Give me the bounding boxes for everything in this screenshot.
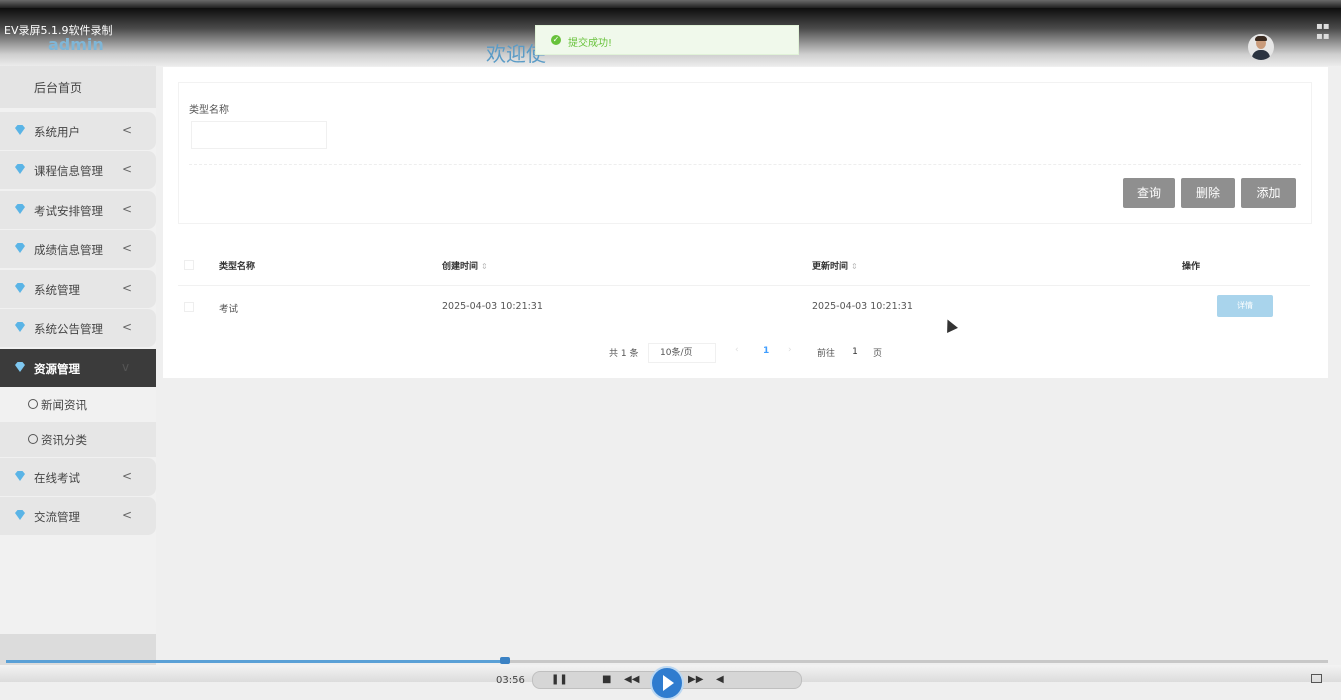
chevron-left-icon: < (122, 281, 133, 295)
cell-updated-time: 2025-04-03 10:21:31 (812, 301, 913, 312)
sidebar-item-system-management[interactable]: 系统管理 < (0, 270, 156, 308)
sidebar-item-label: 成绩信息管理 (34, 243, 103, 257)
prev-page-icon[interactable]: ‹ (735, 345, 739, 355)
diamond-icon (15, 471, 25, 481)
sidebar-item-exam-schedule[interactable]: 考试安排管理 < (0, 191, 156, 229)
sidebar-item-label: 课程信息管理 (34, 164, 103, 178)
current-page[interactable]: 1 (763, 346, 769, 356)
chevron-left-icon: < (122, 202, 133, 216)
sidebar-subitem-news[interactable]: 新闻资讯 (0, 387, 156, 422)
admin-username: admin (48, 35, 104, 54)
sidebar-item-communication[interactable]: 交流管理 < (0, 497, 156, 535)
sidebar-item-label: 后台首页 (34, 81, 83, 95)
check-circle-icon: ✓ (551, 35, 561, 45)
chevron-left-icon: < (122, 469, 133, 483)
diamond-icon (15, 164, 25, 174)
column-header-action: 操作 (1182, 262, 1201, 272)
diamond-icon (15, 243, 25, 253)
user-avatar[interactable] (1248, 34, 1274, 60)
playback-progress-fill (6, 660, 502, 663)
grid-icon[interactable]: ▪▪ ▪▪ (1316, 22, 1330, 42)
sidebar-item-label: 系统用户 (34, 125, 80, 139)
sidebar-item-resources[interactable]: 资源管理 v (0, 349, 156, 387)
cell-created-time: 2025-04-03 10:21:31 (442, 301, 543, 312)
chevron-left-icon: < (122, 508, 133, 522)
sidebar-item-label: 在线考试 (34, 471, 80, 485)
pagination-total: 共 1 条 (609, 349, 639, 359)
sidebar: 后台首页 系统用户 < 课程信息管理 < 考试安排管理 < 成绩信息管理 < 系… (0, 66, 156, 682)
diamond-icon (15, 204, 25, 214)
check-circle-icon (28, 434, 38, 444)
sidebar-item-system-users[interactable]: 系统用户 < (0, 112, 156, 150)
sidebar-item-label: 系统公告管理 (34, 322, 103, 336)
check-circle-icon (28, 399, 38, 409)
sidebar-subitem-news-category[interactable]: 资讯分类 (0, 422, 156, 457)
diamond-icon (15, 125, 25, 135)
chevron-down-icon: v (122, 360, 130, 374)
page-unit-label: 页 (873, 349, 883, 359)
row-checkbox[interactable] (184, 302, 194, 312)
success-toast: ✓ 提交成功! (535, 25, 799, 55)
playback-progress-handle[interactable] (500, 657, 510, 664)
select-all-checkbox[interactable] (184, 260, 194, 270)
sidebar-item-label: 交流管理 (34, 510, 80, 524)
column-header-type-name: 类型名称 (219, 262, 256, 272)
sidebar-item-online-exam[interactable]: 在线考试 < (0, 458, 156, 496)
goto-page-input[interactable]: 1 (843, 343, 867, 361)
rewind-icon[interactable]: ◀◀ (624, 674, 639, 685)
pause-icon[interactable]: ❚❚ (551, 674, 568, 685)
chevron-left-icon: < (122, 320, 133, 334)
sort-icon: ⇕ (481, 262, 488, 271)
sidebar-subitem-label: 新闻资讯 (41, 398, 87, 412)
chevron-left-icon: < (122, 123, 133, 137)
add-button[interactable]: 添加 (1241, 178, 1296, 208)
goto-label: 前往 (817, 349, 836, 359)
type-name-label: 类型名称 (189, 105, 229, 116)
stop-icon[interactable]: ■ (602, 674, 611, 685)
recorder-top-strip (0, 0, 1341, 8)
toast-message: 提交成功! (568, 38, 613, 49)
playback-time: 03:56 (496, 675, 525, 686)
divider (189, 164, 1301, 165)
sidebar-subitem-label: 资讯分类 (41, 433, 87, 447)
sidebar-item-label: 考试安排管理 (34, 204, 103, 218)
type-name-input[interactable] (191, 121, 327, 149)
playback-progress-bar[interactable] (6, 660, 1328, 663)
header-divider (178, 285, 1310, 286)
diamond-icon (15, 322, 25, 332)
sidebar-item-course-info[interactable]: 课程信息管理 < (0, 151, 156, 189)
fast-forward-icon[interactable]: ▶▶ (688, 674, 703, 685)
sidebar-item-announcements[interactable]: 系统公告管理 < (0, 309, 156, 347)
diamond-icon (15, 362, 25, 372)
chevron-left-icon: < (122, 162, 133, 176)
sort-icon: ⇕ (851, 262, 858, 271)
delete-button[interactable]: 删除 (1181, 178, 1235, 208)
sidebar-item-label: 系统管理 (34, 283, 80, 297)
diamond-icon (15, 510, 25, 520)
query-button[interactable]: 查询 (1123, 178, 1175, 208)
volume-icon[interactable]: ◀ (716, 674, 724, 685)
chevron-left-icon: < (122, 241, 133, 255)
cell-type-name: 考试 (219, 304, 239, 315)
diamond-icon (15, 283, 25, 293)
sidebar-item-grades[interactable]: 成绩信息管理 < (0, 230, 156, 268)
content-card: 类型名称 查询 删除 添加 类型名称 创建时间 ⇕ 更新时间 ⇕ 操作 考试 202… (163, 67, 1328, 378)
sidebar-item-home[interactable]: 后台首页 (0, 66, 156, 108)
detail-button[interactable]: 详情 (1217, 295, 1273, 317)
column-header-updated[interactable]: 更新时间 ⇕ (812, 259, 858, 272)
column-header-created[interactable]: 创建时间 ⇕ (442, 259, 488, 272)
sidebar-item-label: 资源管理 (34, 362, 80, 376)
play-button[interactable] (650, 666, 684, 700)
next-page-icon[interactable]: › (788, 345, 792, 355)
page-size-select[interactable]: 10条/页 (648, 343, 716, 363)
